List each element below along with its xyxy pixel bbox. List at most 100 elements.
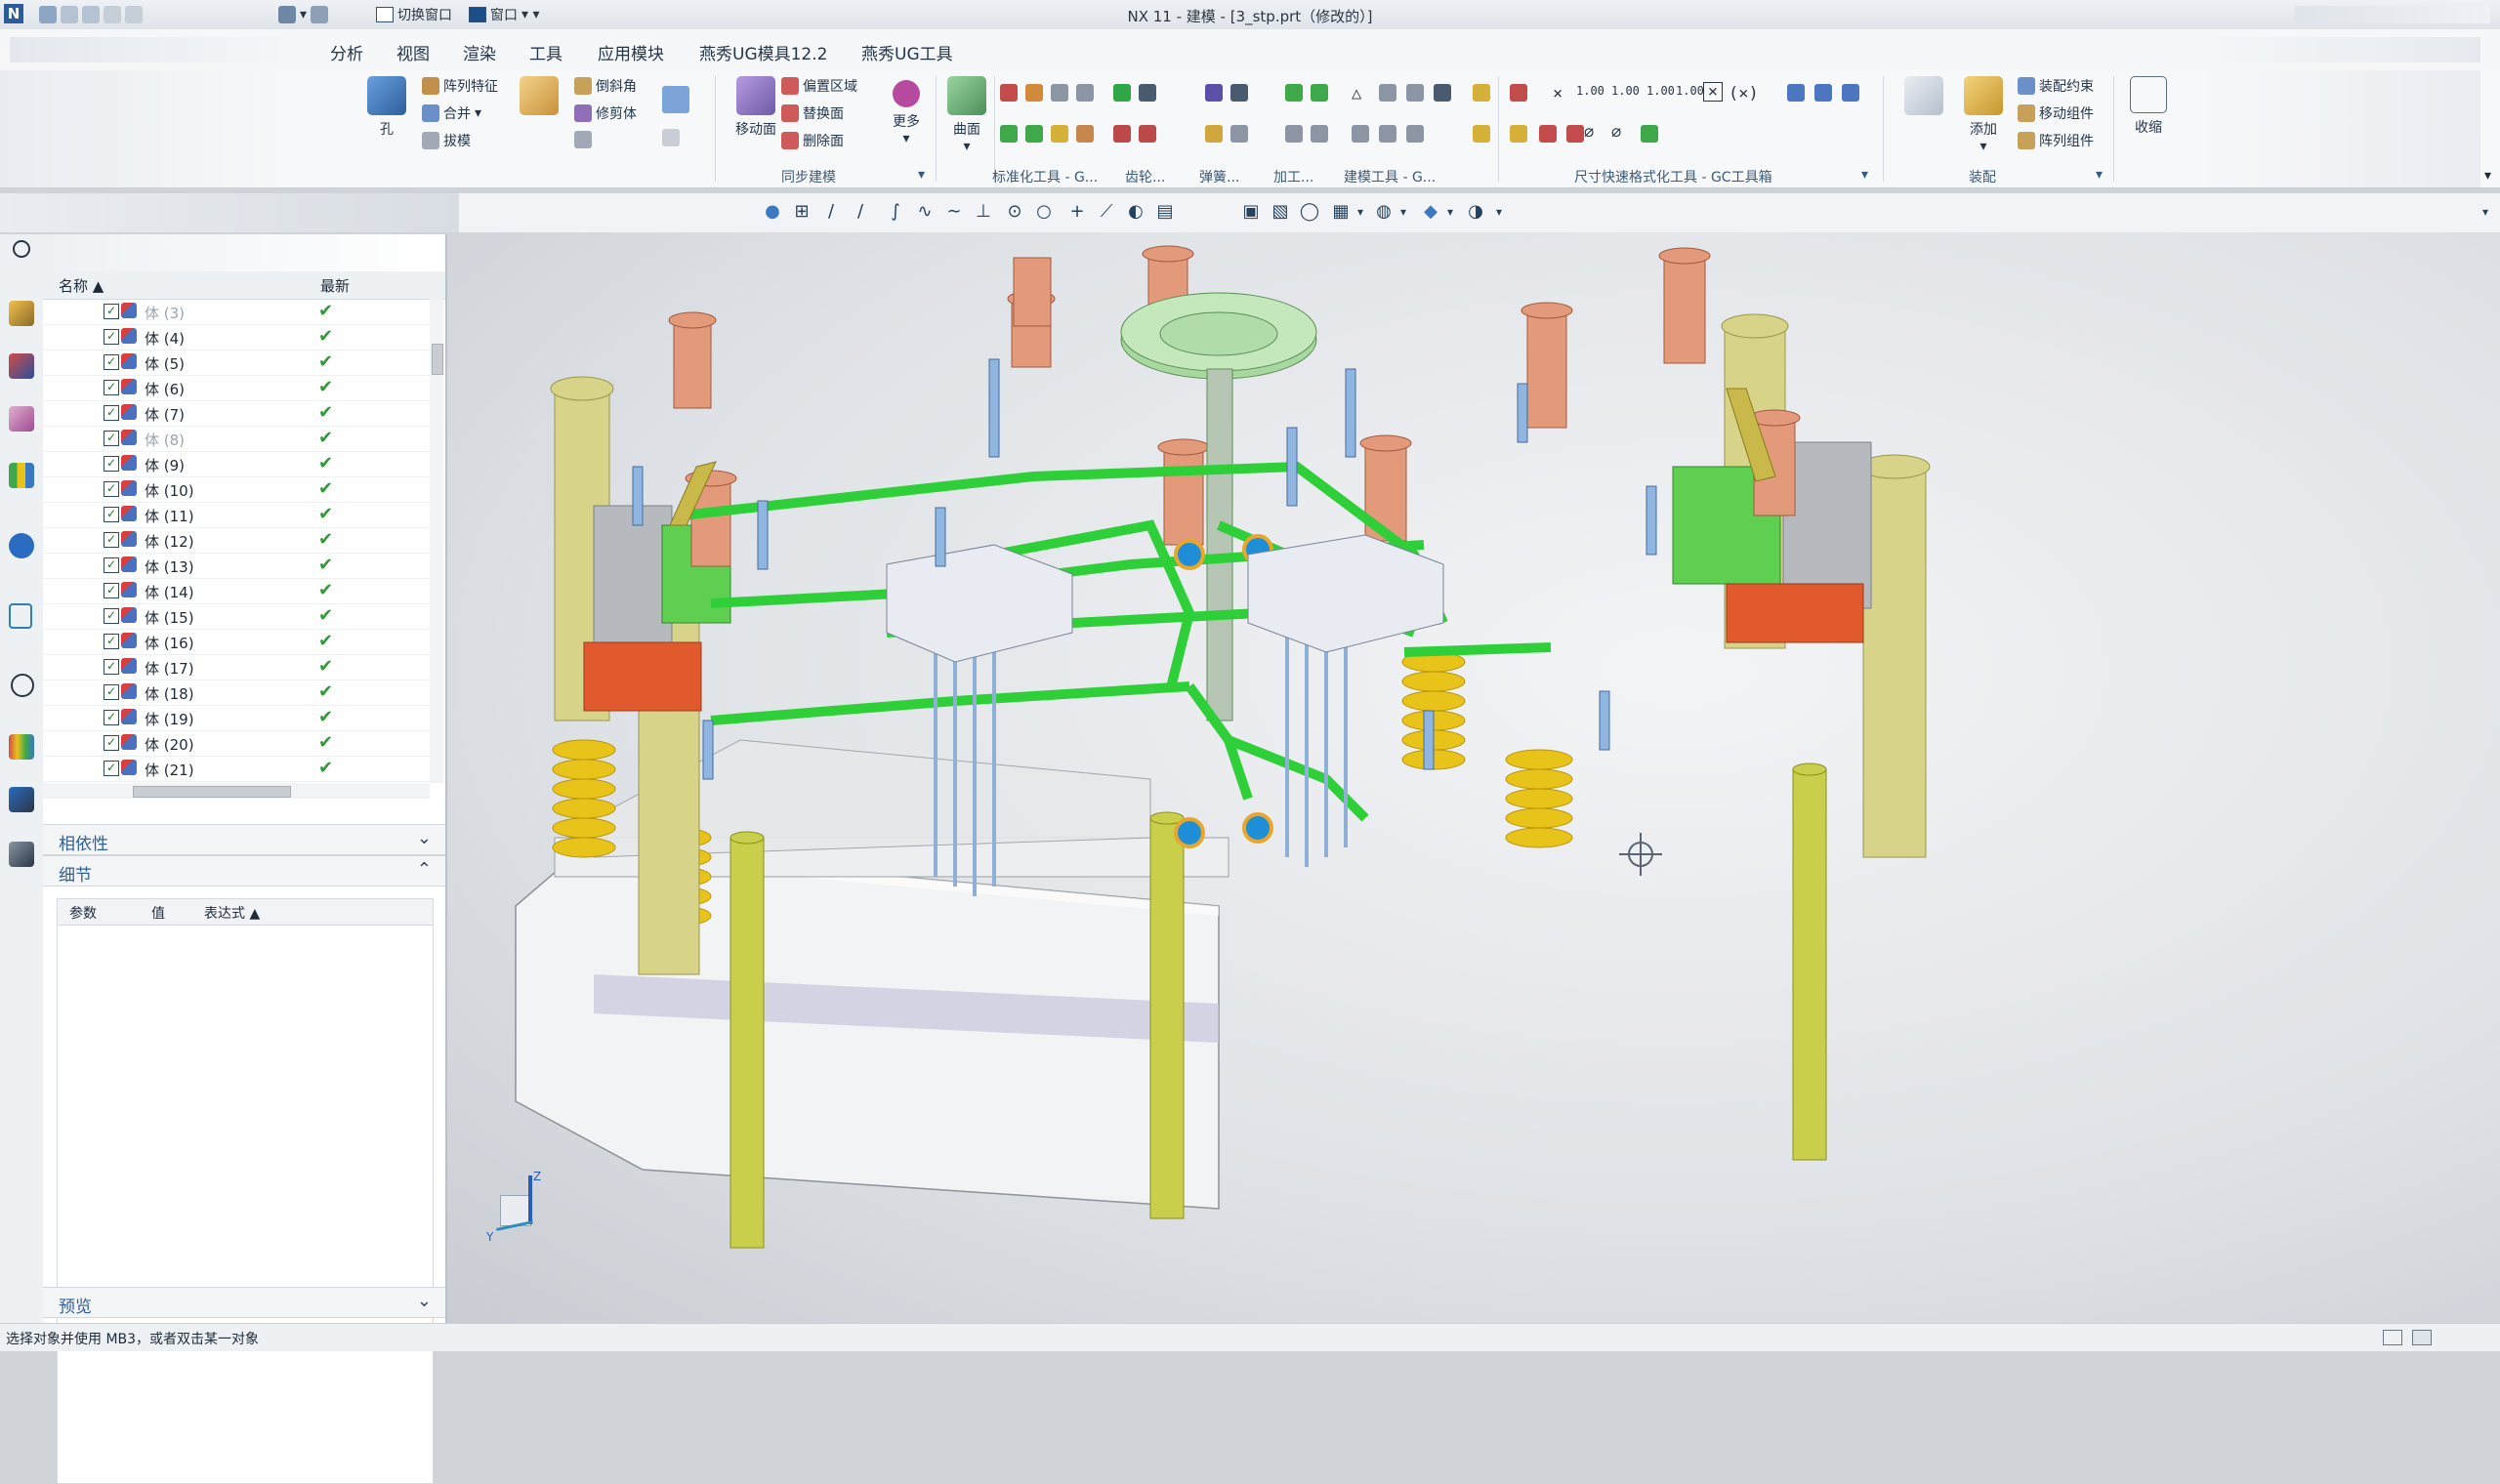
dropdown-icon[interactable]: ▾	[1439, 201, 1461, 223]
tree-row[interactable]: ✓ 体 (4) ✔	[43, 324, 430, 350]
options-icon[interactable]: ▾	[2475, 201, 2496, 223]
perpendicular-icon[interactable]: ⊥	[973, 201, 994, 223]
build-tool-icon[interactable]	[1434, 84, 1451, 102]
part-navigator-icon[interactable]	[9, 406, 34, 432]
menu-analysis[interactable]: 分析	[330, 40, 363, 64]
center-point-icon[interactable]: ⊙	[1004, 201, 1025, 223]
visibility-checkbox[interactable]: ✓	[104, 405, 119, 421]
paren-x-icon[interactable]: (×)	[1729, 84, 1759, 103]
file-menu-button[interactable]	[10, 37, 303, 62]
menu-application[interactable]: 应用模块	[598, 40, 664, 64]
reuse-library-icon[interactable]	[9, 463, 34, 488]
navigator-hscrollbar[interactable]	[43, 783, 430, 799]
more-feature-button[interactable]	[574, 131, 592, 148]
visibility-checkbox[interactable]: ✓	[104, 380, 119, 395]
wave-icon[interactable]: ∼	[943, 201, 965, 223]
menu-yanxiu-mold[interactable]: 燕秀UG模具12.2	[699, 40, 827, 64]
visibility-checkbox[interactable]: ✓	[104, 684, 119, 700]
tree-row[interactable]: ✓ 体 (14) ✔	[43, 578, 430, 604]
render-style-icon[interactable]: ◍	[1373, 201, 1395, 223]
visibility-checkbox[interactable]: ✓	[104, 304, 119, 319]
slash-icon[interactable]: ⟋	[1096, 201, 1117, 223]
build-tool-icon[interactable]	[1473, 84, 1490, 102]
feature-more-button[interactable]	[662, 129, 680, 146]
dim-format-icon[interactable]: 1.00	[1611, 84, 1640, 98]
emboss-button[interactable]	[662, 86, 689, 113]
gear-tool-icon[interactable]	[1139, 84, 1156, 102]
tree-row[interactable]: ✓ 体 (12) ✔	[43, 527, 430, 554]
visibility-checkbox[interactable]: ✓	[104, 761, 119, 776]
more-button[interactable]: 更多 ▾	[879, 80, 934, 146]
rotate-icon[interactable]: ◯	[1299, 201, 1320, 223]
spline-icon[interactable]: ∿	[914, 201, 936, 223]
tree-row[interactable]: ✓ 体 (21) ✔	[43, 756, 430, 782]
offset-region-button[interactable]: 偏置区域	[781, 76, 857, 96]
gear-tool-icon[interactable]	[1113, 125, 1131, 143]
pattern-feature-button[interactable]: 阵列特征	[422, 76, 498, 96]
page-icon[interactable]: ▤	[1154, 201, 1176, 223]
add-component-button[interactable]: 添加 ▾	[1957, 76, 2010, 154]
details-col-param[interactable]: 参数	[69, 903, 97, 923]
dim-icon[interactable]	[1641, 125, 1658, 143]
replace-face-button[interactable]: 替换面	[781, 103, 844, 123]
std-tool-icon[interactable]	[1051, 84, 1068, 102]
diameter-icon[interactable]: ⌀	[1584, 123, 1594, 143]
status-fullscreen-icon[interactable]	[2383, 1330, 2402, 1345]
camera-icon[interactable]: ▣	[1240, 201, 1262, 223]
mold-assembly-model[interactable]	[447, 232, 2500, 1323]
snap-grid-icon[interactable]: ⊞	[791, 201, 812, 223]
std-tool-icon[interactable]	[1051, 125, 1068, 143]
build-tool-icon[interactable]	[1352, 125, 1369, 143]
visibility-checkbox[interactable]: ✓	[104, 608, 119, 624]
surface-button[interactable]: 曲面 ▾	[939, 76, 994, 154]
move-component-button[interactable]: 移动组件	[2018, 103, 2094, 123]
dropdown-icon[interactable]: ▾	[300, 7, 307, 22]
assembly-constraints-button[interactable]: 装配约束	[2018, 76, 2094, 96]
dim-icon[interactable]	[1814, 84, 1832, 102]
build-tool-icon[interactable]	[1406, 125, 1424, 143]
hd3d-tools-icon[interactable]	[9, 533, 34, 558]
image-icon[interactable]: ▧	[1270, 201, 1291, 223]
close-x-icon[interactable]: ×	[1553, 84, 1562, 103]
details-panel-header[interactable]: 细节 ⌃	[43, 855, 445, 886]
dependencies-panel-header[interactable]: 相依性 ⌄	[43, 824, 445, 855]
tree-row[interactable]: ✓ 体 (7) ✔	[43, 400, 430, 427]
dropdown-icon[interactable]: ▾	[1488, 201, 1510, 223]
snap-icon[interactable]: ◐	[1125, 201, 1146, 223]
spring-tool-icon[interactable]	[1230, 84, 1248, 102]
visibility-checkbox[interactable]: ✓	[104, 659, 119, 675]
constraint-navigator-icon[interactable]	[9, 353, 34, 379]
tree-row[interactable]: ✓ 体 (6) ✔	[43, 375, 430, 401]
visibility-checkbox[interactable]: ✓	[104, 431, 119, 446]
machining-tool-icon[interactable]	[1285, 84, 1303, 102]
visibility-checkbox[interactable]: ✓	[104, 634, 119, 649]
diameter-icon[interactable]: ⌀	[1611, 123, 1621, 143]
menu-render[interactable]: 渲染	[463, 40, 496, 64]
machining-tool-icon[interactable]	[1311, 125, 1328, 143]
dim-icon[interactable]	[1787, 84, 1805, 102]
build-tool-icon[interactable]	[1473, 125, 1490, 143]
preview-panel-header[interactable]: 预览 ⌄	[43, 1287, 445, 1318]
find-command-box[interactable]	[2188, 37, 2480, 62]
dim-format-icon[interactable]: 1.00	[1576, 84, 1604, 98]
assembly-nav-button[interactable]	[1895, 76, 1953, 119]
navigator-vscrollbar[interactable]	[430, 299, 443, 783]
tree-row[interactable]: ✓ 体 (20) ✔	[43, 730, 430, 757]
menu-view[interactable]: 视图	[396, 40, 430, 64]
web-browser-icon[interactable]	[9, 603, 32, 629]
status-window-icon[interactable]	[2412, 1330, 2432, 1345]
std-tool-icon[interactable]	[1076, 84, 1094, 102]
shrink-button[interactable]: 收缩	[2121, 76, 2176, 137]
switch-window-button[interactable]: 切换窗口	[376, 5, 452, 24]
pattern-component-button[interactable]: 阵列组件	[2018, 131, 2094, 150]
machining-tool-icon[interactable]	[1285, 125, 1303, 143]
dimension-icon[interactable]	[1510, 84, 1527, 102]
visibility-checkbox[interactable]: ✓	[104, 329, 119, 345]
visibility-checkbox[interactable]: ✓	[104, 710, 119, 725]
tree-row[interactable]: ✓ 体 (10) ✔	[43, 476, 430, 503]
undo-icon[interactable]	[61, 6, 78, 23]
cube-icon[interactable]: ◆	[1420, 201, 1441, 223]
dim-format-icon[interactable]: 1.00	[1676, 84, 1704, 98]
tree-row[interactable]: ✓ 体 (8) ✔	[43, 426, 430, 452]
triangle-icon[interactable]: △	[1352, 84, 1361, 103]
